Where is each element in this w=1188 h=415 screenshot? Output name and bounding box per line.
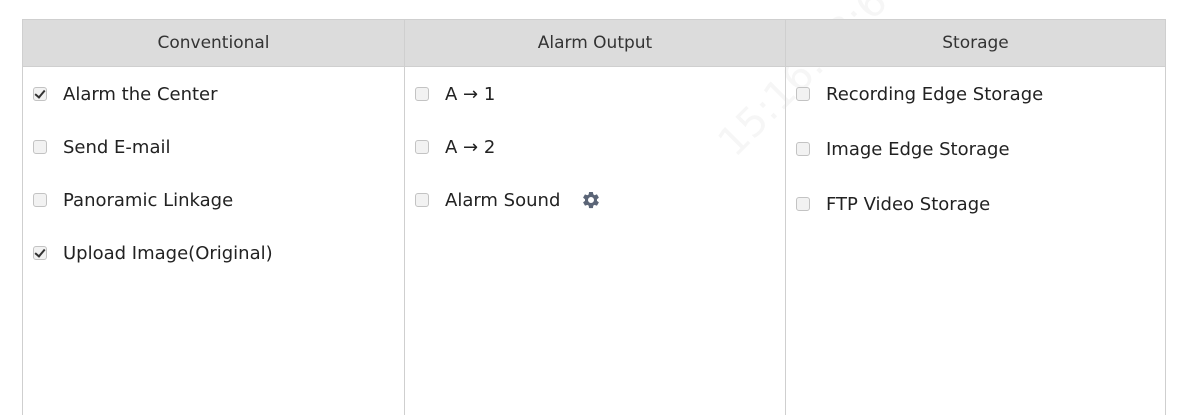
option-ftp-video-storage[interactable]: FTP Video Storage: [786, 191, 1165, 217]
column-storage: Storage Recording Edge Storage Image Edg…: [785, 20, 1165, 415]
option-label: Panoramic Linkage: [63, 189, 234, 211]
checkbox-a-to-2[interactable]: [415, 140, 429, 154]
option-label: Image Edge Storage: [826, 138, 1010, 160]
option-image-edge-storage[interactable]: Image Edge Storage: [786, 136, 1165, 162]
option-a-to-2[interactable]: A → 2: [405, 134, 785, 160]
option-label: Upload Image(Original): [63, 242, 273, 264]
linkage-panel: Conventional Alarm the Center Send E-mai…: [22, 19, 1166, 415]
column-conventional: Conventional Alarm the Center Send E-mai…: [23, 20, 404, 415]
checkbox-upload-image-original[interactable]: [33, 246, 47, 260]
option-alarm-the-center[interactable]: Alarm the Center: [23, 81, 404, 107]
checkbox-a-to-1[interactable]: [415, 87, 429, 101]
checkbox-alarm-the-center[interactable]: [33, 87, 47, 101]
checkbox-recording-edge-storage[interactable]: [796, 87, 810, 101]
checkbox-ftp-video-storage[interactable]: [796, 197, 810, 211]
checkbox-panoramic-linkage[interactable]: [33, 193, 47, 207]
option-label: Alarm Sound: [445, 189, 561, 211]
checkbox-alarm-sound[interactable]: [415, 193, 429, 207]
option-alarm-sound[interactable]: Alarm Sound: [405, 187, 785, 213]
option-a-to-1[interactable]: A → 1: [405, 81, 785, 107]
option-upload-image-original[interactable]: Upload Image(Original): [23, 240, 404, 266]
column-header-storage: Storage: [786, 20, 1165, 67]
option-send-email[interactable]: Send E-mail: [23, 134, 404, 160]
option-label: A → 2: [445, 136, 496, 158]
gear-icon[interactable]: [580, 189, 602, 211]
option-recording-edge-storage[interactable]: Recording Edge Storage: [786, 81, 1165, 107]
checkbox-image-edge-storage[interactable]: [796, 142, 810, 156]
column-header-conventional: Conventional: [23, 20, 404, 67]
column-header-alarm-output: Alarm Output: [405, 20, 785, 67]
option-panoramic-linkage[interactable]: Panoramic Linkage: [23, 187, 404, 213]
checkbox-send-email[interactable]: [33, 140, 47, 154]
column-alarm-output: Alarm Output A → 1 A → 2 Alarm Sound: [404, 20, 785, 415]
option-label: Send E-mail: [63, 136, 171, 158]
option-label: Alarm the Center: [63, 83, 218, 105]
option-label: Recording Edge Storage: [826, 83, 1044, 105]
option-label: A → 1: [445, 83, 496, 105]
option-label: FTP Video Storage: [826, 193, 991, 215]
